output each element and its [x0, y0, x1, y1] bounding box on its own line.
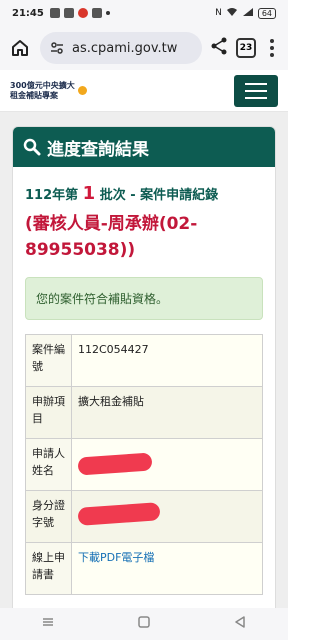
table-row: 申辦項目 擴大租金補貼 — [25, 386, 263, 439]
square-home-icon — [138, 616, 150, 628]
row-label: 申請人姓名 — [25, 438, 72, 491]
case-info-table: 案件編號 112C054427 申辦項目 擴大租金補貼 申請人姓名 身分證字號 — [25, 334, 263, 595]
download-pdf-link[interactable]: 下載PDF電子檔 — [78, 551, 154, 564]
result-card: 進度查詢結果 112年第 1 批次 - 案件申請紀錄 (審核人員-周承辦(02-… — [12, 126, 276, 608]
share-button[interactable] — [210, 37, 228, 59]
site-header: 300億元中央擴大 租金補貼專案 — [0, 70, 288, 112]
row-label: 申辦項目 — [25, 386, 72, 439]
status-bar: 21:45 N 64 — [0, 0, 288, 26]
signal-icon — [242, 7, 254, 20]
menu-dot-icon — [270, 39, 274, 43]
home-nav-button[interactable] — [138, 616, 150, 632]
menu-dot-icon — [270, 46, 274, 50]
table-row: 案件編號 112C054427 — [25, 334, 263, 387]
applicant-name-value — [71, 438, 263, 491]
browser-toolbar: as.cpami.gov.tw 23 — [0, 26, 288, 70]
recents-button[interactable] — [42, 616, 54, 632]
reviewer-info: (審核人員-周承辦(02- 89955038)) — [25, 214, 198, 260]
row-label: 線上申請書 — [25, 542, 72, 595]
battery-icon: 64 — [257, 7, 276, 19]
notification-icon — [63, 8, 74, 18]
site-logo[interactable]: 300億元中央擴大 租金補貼專案 — [10, 81, 87, 101]
eligibility-notice: 您的案件符合補貼資格。 — [25, 277, 263, 320]
home-icon — [12, 40, 28, 56]
main-content: 進度查詢結果 112年第 1 批次 - 案件申請紀錄 (審核人員-周承辦(02-… — [0, 112, 288, 608]
system-nav-bar — [0, 608, 288, 640]
system-icons: N 64 — [215, 7, 276, 20]
share-icon — [211, 37, 227, 55]
clock: 21:45 — [12, 7, 44, 19]
tab-switcher-button[interactable]: 23 — [236, 38, 256, 58]
back-triangle-icon — [235, 616, 245, 628]
record-heading: 112年第 1 批次 - 案件申請紀錄 — [25, 183, 219, 204]
site-settings-icon[interactable] — [50, 41, 64, 55]
table-row: 身分證字號 — [25, 490, 263, 543]
table-row: 線上申請書 下載PDF電子檔 — [25, 542, 263, 595]
browser-menu-button[interactable] — [264, 39, 280, 57]
address-bar[interactable]: as.cpami.gov.tw — [40, 32, 202, 64]
home-button[interactable] — [8, 36, 32, 60]
table-row: 申請人姓名 — [25, 438, 263, 491]
application-type-value: 擴大租金補貼 — [71, 386, 263, 439]
logo-line-2: 租金補貼專案 — [10, 90, 58, 100]
menu-dot-icon — [270, 53, 274, 57]
notification-icon — [91, 8, 102, 18]
hamburger-icon — [245, 82, 267, 85]
redaction-mark — [77, 502, 161, 526]
nav-menu-button[interactable] — [234, 74, 278, 107]
id-number-value — [71, 490, 263, 543]
more-notifications-icon — [105, 11, 110, 15]
notification-icon — [49, 8, 60, 18]
back-button[interactable] — [234, 616, 246, 632]
batch-number: 1 — [82, 183, 96, 204]
card-header: 進度查詢結果 — [13, 127, 275, 167]
row-label: 身分證字號 — [25, 490, 72, 543]
recents-icon — [43, 618, 53, 626]
notification-icons — [49, 8, 110, 18]
logo-sun-icon — [77, 86, 87, 95]
url-text: as.cpami.gov.tw — [72, 40, 178, 56]
nfc-icon: N — [215, 8, 222, 18]
redaction-mark — [77, 452, 153, 476]
logo-line-1: 300億元中央擴大 — [10, 80, 75, 90]
case-number-value: 112C054427 — [71, 334, 263, 387]
wifi-icon — [226, 7, 238, 20]
row-label: 案件編號 — [25, 334, 72, 387]
card-title: 進度查詢結果 — [47, 139, 149, 160]
search-icon — [23, 138, 41, 156]
notification-icon — [77, 8, 88, 18]
